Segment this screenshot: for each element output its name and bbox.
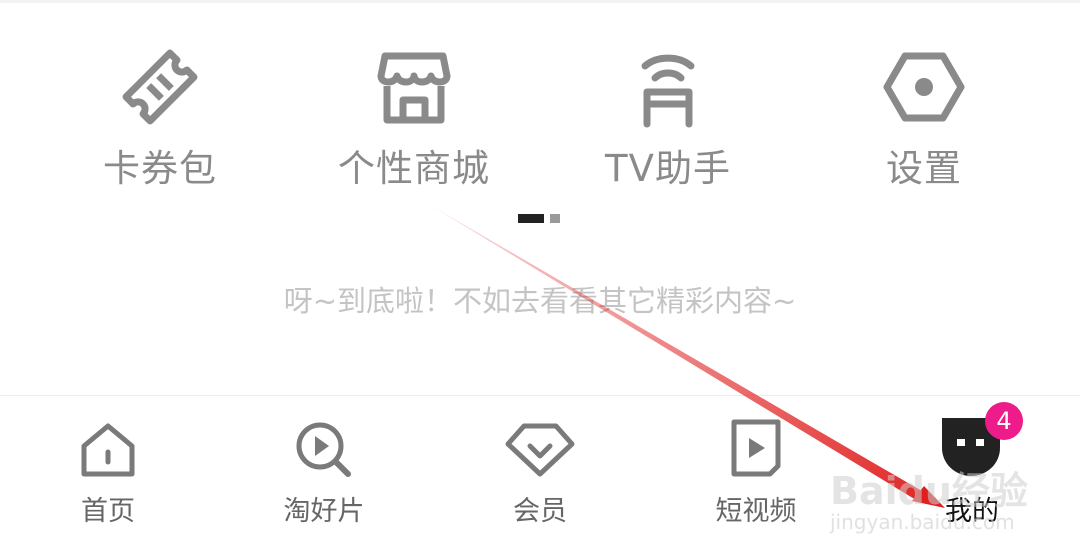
tab-label: 首页 xyxy=(81,496,135,527)
tab-profile[interactable]: 我的 xyxy=(864,396,1080,559)
tab-discover[interactable]: 淘好片 xyxy=(216,396,432,559)
tool-label: TV助手 xyxy=(605,147,731,190)
tool-store[interactable]: 个性商城 xyxy=(294,30,534,200)
page-dot-active xyxy=(518,214,544,223)
tool-label: 卡券包 xyxy=(103,147,217,190)
tab-label: 会员 xyxy=(513,496,567,527)
tools-grid: 卡券包 个性商城 TV助手 设置 xyxy=(0,30,1080,200)
end-of-list-message: 呀~到底啦！不如去看看其它精彩内容~ xyxy=(283,284,797,318)
tab-short-video[interactable]: 短视频 xyxy=(648,396,864,559)
tab-label: 淘好片 xyxy=(283,496,365,527)
tool-tv-assistant[interactable]: TV助手 xyxy=(548,30,788,200)
diamond-icon xyxy=(505,423,575,477)
tab-label: 短视频 xyxy=(715,496,797,527)
tab-label: 我的 xyxy=(945,496,999,527)
home-icon xyxy=(81,423,135,477)
tab-home[interactable]: 首页 xyxy=(0,396,216,559)
notification-badge: 4 xyxy=(985,402,1023,440)
ticket-icon xyxy=(122,49,198,125)
page-dot xyxy=(550,214,560,223)
store-icon xyxy=(377,52,451,124)
tab-vip[interactable]: 会员 xyxy=(432,396,648,559)
tool-settings[interactable]: 设置 xyxy=(804,30,1044,200)
tv-assistant-icon xyxy=(641,54,695,128)
tool-coupons[interactable]: 卡券包 xyxy=(40,30,280,200)
video-play-icon xyxy=(731,419,781,477)
top-divider xyxy=(0,0,1080,3)
tool-label: 个性商城 xyxy=(338,147,490,190)
bottom-tab-bar: 首页 淘好片 会员 短视频 我的 xyxy=(0,395,1080,559)
search-play-icon xyxy=(296,422,351,477)
tool-label: 设置 xyxy=(886,147,962,190)
settings-hexagon-icon xyxy=(883,52,965,122)
